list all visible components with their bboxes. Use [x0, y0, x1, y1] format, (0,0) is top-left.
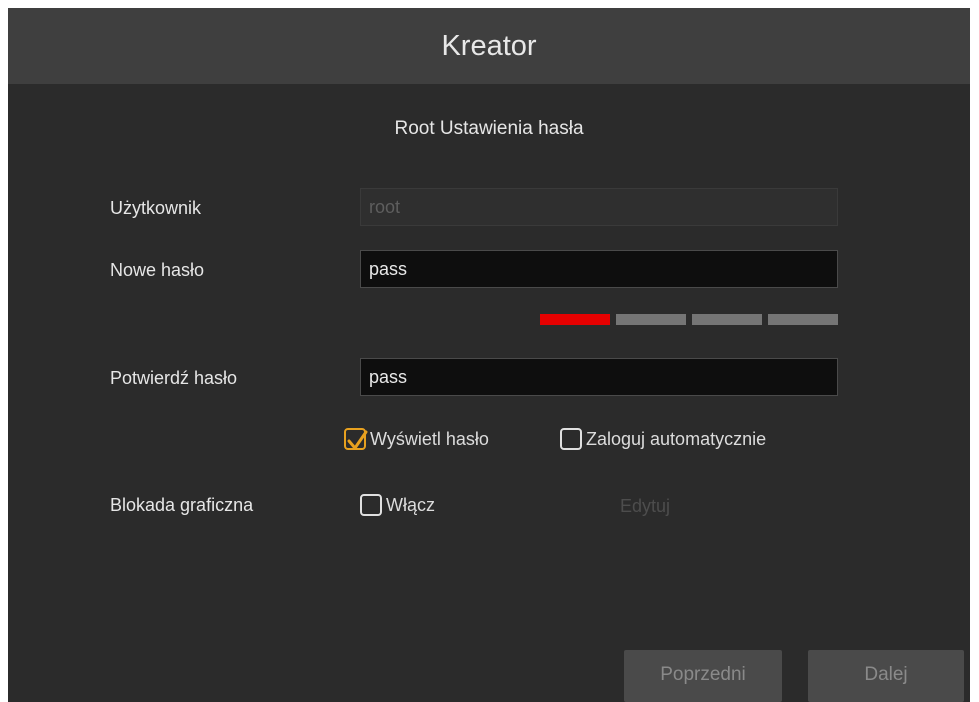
title-bar: Kreator	[8, 8, 970, 84]
user-field	[360, 188, 838, 226]
strength-segment-3	[692, 314, 762, 325]
strength-segment-2	[616, 314, 686, 325]
checkbox-checked-icon	[344, 428, 368, 450]
strength-segment-1	[540, 314, 610, 325]
confirm-password-label: Potwierdź hasło	[110, 368, 238, 388]
auto-login-checkbox[interactable]: Zaloguj automatycznie	[560, 428, 766, 450]
enable-label: Włącz	[386, 494, 435, 515]
pattern-lock-label: Blokada graficzna	[110, 495, 254, 515]
show-password-label: Wyświetl hasło	[370, 428, 489, 449]
edit-pattern-button: Edytuj	[620, 496, 671, 516]
show-password-checkbox[interactable]: Wyświetl hasło	[344, 428, 489, 450]
auto-login-label: Zaloguj automatycznie	[586, 428, 767, 449]
section-title: Root Ustawienia hasła	[394, 118, 584, 139]
previous-button[interactable]: Poprzedni	[624, 650, 782, 702]
user-label: Użytkownik	[110, 198, 202, 218]
new-password-label: Nowe hasło	[110, 260, 205, 280]
next-button[interactable]: Dalej	[808, 650, 964, 702]
checkbox-unchecked-icon	[560, 428, 582, 450]
wizard-window: Kreator Root Ustawienia hasła Użytkownik…	[8, 8, 970, 702]
new-password-field[interactable]	[360, 250, 838, 288]
window-title: Kreator	[441, 30, 537, 62]
strength-segment-4	[768, 314, 838, 325]
enable-pattern-lock-checkbox[interactable]: Włącz	[360, 494, 435, 516]
confirm-password-field[interactable]	[360, 358, 838, 396]
checkbox-unchecked-icon	[360, 494, 382, 516]
